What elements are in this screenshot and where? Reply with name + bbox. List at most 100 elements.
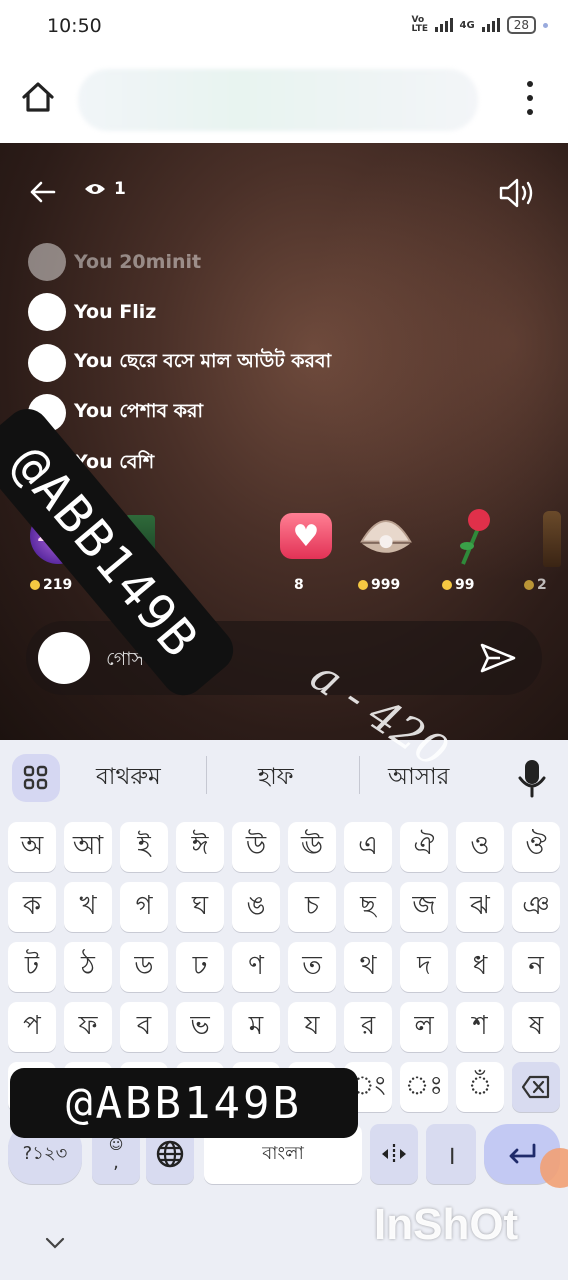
quick-reply-item[interactable]: You 20minit	[28, 243, 201, 281]
quick-reply-avatar	[28, 344, 66, 382]
key[interactable]: শ	[456, 1002, 504, 1052]
network-type: 4G	[459, 19, 475, 31]
pearl-shell-icon	[358, 505, 414, 567]
screen: 10:50 Vo LTE 4G 28 1 You 20minit You Fli…	[0, 0, 568, 1280]
gift-rose[interactable]: 99	[434, 505, 504, 605]
send-icon[interactable]	[478, 639, 518, 677]
key[interactable]: ব	[120, 1002, 168, 1052]
enter-icon	[509, 1143, 536, 1164]
quick-reply-item[interactable]: You ছেরে বসে মাল আউট করবা	[28, 344, 331, 382]
gift-price-value: 99	[455, 577, 475, 593]
key[interactable]: উ	[232, 822, 280, 872]
key[interactable]: জ	[400, 882, 448, 932]
key[interactable]: আ	[64, 822, 112, 872]
live-stream-view: 1 You 20minit You Fliz You ছেরে বসে মাল …	[0, 143, 568, 740]
hide-keyboard-chevron-icon[interactable]	[44, 1236, 66, 1250]
url-bar-blurred[interactable]	[78, 69, 478, 131]
key[interactable]: এ	[344, 822, 392, 872]
key[interactable]: য	[288, 1002, 336, 1052]
cursor-move-key[interactable]	[370, 1124, 418, 1184]
key[interactable]: ই	[120, 822, 168, 872]
backspace-key[interactable]	[512, 1062, 560, 1112]
key[interactable]: ঈ	[176, 822, 224, 872]
heart-icon: ♥	[278, 505, 334, 567]
signal-icon-2	[481, 18, 500, 32]
gift-price: 2	[524, 577, 547, 593]
suggestion-divider	[359, 756, 360, 794]
key[interactable]: ত	[288, 942, 336, 992]
key[interactable]: ষ	[512, 1002, 560, 1052]
battery-icon: 28	[506, 16, 536, 34]
coin-icon	[30, 580, 40, 590]
back-arrow-icon[interactable]	[28, 177, 58, 207]
gift-heart[interactable]: ♥ 8	[270, 505, 340, 605]
key[interactable]: ঢ	[176, 942, 224, 992]
quick-reply-item[interactable]: You পেশাব করা	[28, 394, 203, 432]
key[interactable]: ঁ	[456, 1062, 504, 1112]
coin-icon	[442, 580, 452, 590]
eye-icon	[85, 184, 105, 194]
gift-price: 8	[278, 577, 304, 593]
danda-key[interactable]: ।	[426, 1124, 476, 1184]
key[interactable]: ধ	[456, 942, 504, 992]
key[interactable]: ট	[8, 942, 56, 992]
overflow-menu-icon[interactable]	[520, 81, 540, 115]
quick-reply-item[interactable]: You Fliz	[28, 293, 156, 331]
key[interactable]: চ	[288, 882, 336, 932]
browser-app-bar	[0, 55, 568, 143]
wine-bottle-icon	[524, 505, 568, 567]
quick-reply-avatar	[28, 293, 66, 331]
key[interactable]: র	[344, 1002, 392, 1052]
handle-watermark-banner: @ABB149B	[10, 1068, 358, 1138]
key[interactable]: অ	[8, 822, 56, 872]
key[interactable]: ঝ	[456, 882, 504, 932]
key[interactable]: ঙ	[232, 882, 280, 932]
key[interactable]: থ	[344, 942, 392, 992]
key[interactable]: ঠ	[64, 942, 112, 992]
key[interactable]: ফ	[64, 1002, 112, 1052]
microphone-icon[interactable]	[510, 754, 554, 802]
keyboard-suggestion[interactable]: বাথরুম	[96, 758, 161, 797]
key[interactable]: ঃ	[400, 1062, 448, 1112]
key[interactable]: ক	[8, 882, 56, 932]
gift-wine[interactable]: 2	[516, 505, 568, 605]
key[interactable]: ণ	[232, 942, 280, 992]
quick-reply-text: You পেশাব করা	[74, 400, 204, 422]
gift-pearl[interactable]: 999	[350, 505, 420, 605]
gift-price: 99	[442, 577, 474, 593]
key[interactable]: ঘ	[176, 882, 224, 932]
backspace-icon	[521, 1075, 550, 1099]
cursor-arrows-icon	[382, 1144, 406, 1164]
key[interactable]: ঊ	[288, 822, 336, 872]
gift-price-value: 2	[537, 577, 547, 593]
volte-indicator: Vo LTE	[411, 15, 429, 34]
gift-price-value: 219	[43, 577, 73, 593]
key[interactable]: ভ	[176, 1002, 224, 1052]
key[interactable]: গ	[120, 882, 168, 932]
key[interactable]: ম	[232, 1002, 280, 1052]
viewer-count-value: 1	[114, 179, 126, 199]
key[interactable]: ল	[400, 1002, 448, 1052]
key[interactable]: ন	[512, 942, 560, 992]
key[interactable]: দ	[400, 942, 448, 992]
gift-price: 219	[30, 577, 72, 593]
key[interactable]: ঔ	[512, 822, 560, 872]
key[interactable]: খ	[64, 882, 112, 932]
key[interactable]: ছ	[344, 882, 392, 932]
key[interactable]: ড	[120, 942, 168, 992]
comma-label: ,	[113, 1152, 119, 1173]
speaker-icon[interactable]	[498, 177, 536, 209]
keyboard-suggestion-bar: বাথরুম হাফ আসার	[0, 740, 568, 810]
key[interactable]: ঞ	[512, 882, 560, 932]
comment-bar: গোসল শেষে	[26, 621, 542, 695]
suggestion-divider	[206, 756, 207, 794]
keyboard-suggestion[interactable]: হাফ	[258, 758, 294, 797]
coin-icon	[358, 580, 368, 590]
home-icon[interactable]	[20, 79, 56, 115]
keyboard-apps-grid-icon[interactable]	[12, 754, 60, 802]
key[interactable]: ঐ	[400, 822, 448, 872]
key[interactable]: প	[8, 1002, 56, 1052]
bangla-keyboard: বাথরুম হাফ আসার অ আ ই ঈ উ ঊ এ ঐ ও ঔ ক খ …	[0, 740, 568, 1280]
coin-icon	[524, 580, 534, 590]
key[interactable]: ও	[456, 822, 504, 872]
